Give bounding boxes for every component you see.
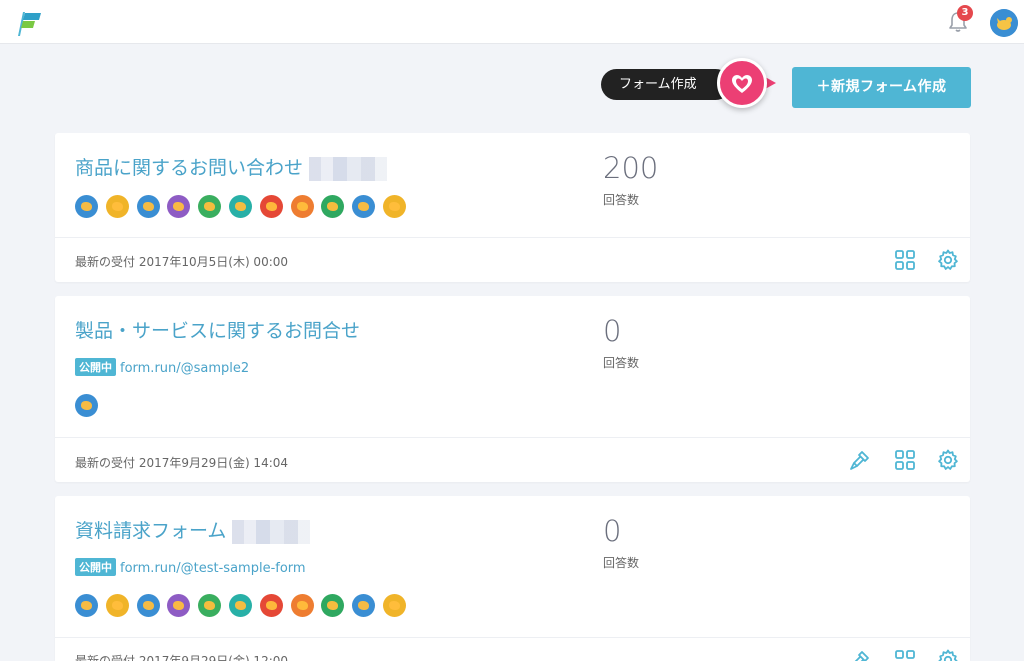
formrun-logo-icon[interactable] — [14, 10, 42, 38]
card-divider — [55, 437, 970, 438]
form-title-text: 商品に関するお問い合わせ — [75, 157, 304, 179]
status-badge: 公開中 — [75, 558, 116, 576]
heart-icon — [717, 58, 767, 108]
public-url-link[interactable]: form.run/@test-sample-form — [120, 561, 306, 576]
response-count: 200 — [603, 151, 659, 185]
member-avatar[interactable] — [167, 594, 191, 617]
member-avatars — [75, 594, 414, 618]
member-avatar[interactable] — [352, 195, 376, 218]
grid-icon[interactable] — [893, 648, 917, 661]
create-form-tooltip: フォーム作成 — [601, 69, 731, 100]
new-form-button[interactable]: ＋新規フォーム作成 — [792, 67, 971, 108]
notification-count-badge: 3 — [957, 5, 973, 21]
public-url-row: 公開中 form.run/@test-sample-form — [75, 558, 306, 576]
last-received: 最新の受付 2017年10月5日(木) 00:00 — [75, 255, 289, 269]
member-avatar[interactable] — [198, 195, 222, 218]
redacted-text — [232, 519, 311, 544]
last-received: 最新の受付 2017年9月29日(金) 14:04 — [75, 456, 289, 470]
member-avatar[interactable] — [321, 594, 345, 617]
member-avatar[interactable] — [136, 594, 160, 617]
gear-icon[interactable] — [936, 248, 960, 272]
member-avatar[interactable] — [290, 594, 314, 617]
form-title[interactable]: 製品・サービスに関するお問合せ — [75, 316, 360, 343]
grid-icon[interactable] — [893, 248, 917, 272]
paint-brush-icon[interactable] — [848, 448, 872, 472]
member-avatar[interactable] — [167, 195, 191, 218]
member-avatar[interactable] — [259, 195, 283, 218]
member-avatar[interactable] — [290, 195, 314, 218]
member-avatar[interactable] — [75, 394, 98, 417]
grid-icon[interactable] — [893, 448, 917, 472]
redacted-text — [309, 156, 388, 181]
member-avatar[interactable] — [75, 594, 98, 617]
card-divider — [55, 237, 970, 238]
member-avatar[interactable] — [228, 195, 252, 218]
member-avatars — [75, 195, 414, 219]
member-avatar[interactable] — [352, 594, 376, 617]
member-avatar[interactable] — [198, 594, 222, 617]
form-card: 製品・サービスに関するお問合せ 0 回答数 公開中 form.run/@sampl… — [55, 296, 970, 482]
form-title-text: 資料請求フォーム — [75, 520, 227, 542]
gear-icon[interactable] — [936, 448, 960, 472]
response-count-label: 回答数 — [603, 356, 640, 370]
form-card: 資料請求フォーム 0 回答数 公開中 form.run/@test-sample-… — [55, 496, 970, 661]
response-count: 0 — [603, 514, 622, 548]
response-count: 0 — [603, 314, 622, 348]
member-avatar[interactable] — [105, 594, 129, 617]
public-url-row: 公開中 form.run/@sample2 — [75, 358, 249, 376]
member-avatar[interactable] — [75, 195, 98, 218]
member-avatars — [75, 394, 106, 418]
status-badge: 公開中 — [75, 358, 116, 376]
gear-icon[interactable] — [936, 648, 960, 661]
member-avatar[interactable] — [321, 195, 345, 218]
last-received: 最新の受付 2017年9月29日(金) 12:00 — [75, 654, 289, 661]
member-avatar[interactable] — [228, 594, 252, 617]
card-divider — [55, 637, 970, 638]
member-avatar[interactable] — [136, 195, 160, 218]
member-avatar[interactable] — [382, 594, 406, 617]
form-card: 商品に関するお問い合わせ 200 回答数 最新の受付 2017年10月5日(木)… — [55, 133, 970, 282]
member-avatar[interactable] — [382, 195, 406, 218]
form-title[interactable]: 商品に関するお問い合わせ — [75, 153, 388, 181]
member-avatar[interactable] — [259, 594, 283, 617]
member-avatar[interactable] — [105, 195, 129, 218]
paint-brush-icon[interactable] — [848, 648, 872, 661]
public-url-link[interactable]: form.run/@sample2 — [120, 361, 249, 376]
top-bar: 3 — [0, 0, 1024, 44]
form-title[interactable]: 資料請求フォーム — [75, 516, 311, 544]
response-count-label: 回答数 — [603, 556, 640, 570]
user-avatar[interactable] — [990, 9, 1018, 37]
response-count-label: 回答数 — [603, 193, 640, 207]
